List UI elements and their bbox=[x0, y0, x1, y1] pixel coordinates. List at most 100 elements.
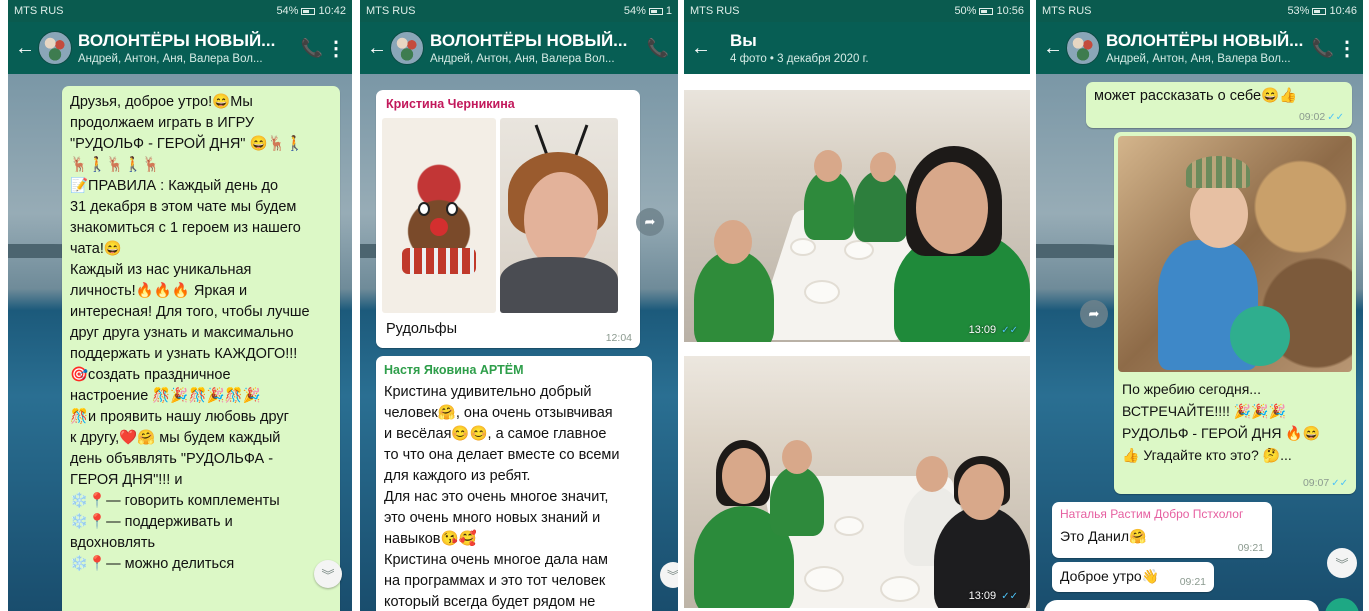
message-line: это очень много новых знаний и bbox=[384, 510, 601, 526]
status-bar: MTS RUS 53% 10:46 bbox=[1036, 0, 1363, 22]
photo-album-panel: MTS RUS 50% 10:56 ← Вы 4 фото • 3 декабр… bbox=[684, 0, 1030, 611]
message-line: 🎯создать праздничное bbox=[70, 367, 231, 383]
message-text: может рассказать о себе😄👍 bbox=[1094, 88, 1298, 104]
chat-titles[interactable]: ВОЛОНТЁРЫ НОВЫЙ... Андрей, Антон, Аня, В… bbox=[1106, 31, 1309, 65]
clock: 10:42 bbox=[318, 5, 346, 17]
group-avatar[interactable] bbox=[1066, 31, 1100, 65]
reindeer-image[interactable] bbox=[382, 118, 496, 313]
album-header: ← Вы 4 фото • 3 декабря 2020 г. bbox=[684, 22, 1030, 74]
read-ticks-icon: ✓✓ bbox=[1001, 325, 1018, 336]
message-line: "РУДОЛЬФ - ГЕРОЙ ДНЯ" 😄🦌🚶 bbox=[70, 136, 304, 152]
message-line: поддержать и узнать КАЖДОГО!!! bbox=[70, 346, 298, 362]
photo-time: 13:09 bbox=[968, 590, 997, 602]
message-line: ❄️📍— поддерживать и bbox=[70, 514, 233, 530]
message-line: 🎊и проявить нашу любовь друг bbox=[70, 409, 289, 425]
outgoing-message[interactable]: может рассказать о себе😄👍 09:02 ✓✓ bbox=[1086, 82, 1352, 128]
battery-icon bbox=[1312, 7, 1327, 15]
incoming-message[interactable]: Доброе утро👋 09:21 bbox=[1052, 562, 1214, 592]
battery-percent: 50% bbox=[954, 5, 977, 17]
incoming-image-message[interactable]: Кристина Черникина Рудольфы 12:04 bbox=[376, 90, 640, 348]
forward-icon[interactable]: ➦ bbox=[636, 208, 664, 236]
chat-titles[interactable]: ВОЛОНТЁРЫ НОВЫЙ... Андрей, Антон, Аня, В… bbox=[430, 31, 644, 65]
chat-title: ВОЛОНТЁРЫ НОВЫЙ... bbox=[430, 31, 628, 50]
image-caption: Рудольфы bbox=[386, 321, 458, 337]
message-line: Кристина удивительно добрый bbox=[384, 384, 592, 400]
message-line: 🦌🚶🦌🚶🦌 bbox=[70, 157, 161, 173]
album-title: Вы bbox=[730, 31, 757, 50]
message-line: и весёлая😊😊, а самое главное bbox=[384, 426, 607, 442]
baby-photo[interactable] bbox=[1118, 136, 1352, 372]
message-line: настроение 🎊🎉🎊🎉🎊🎉 bbox=[70, 388, 261, 404]
incoming-message[interactable]: Наталья Растим Добро Пстхолог Это Данил🤗… bbox=[1052, 502, 1272, 558]
selfie-image[interactable] bbox=[500, 118, 618, 313]
carrier-label: MTS RUS bbox=[1042, 5, 1092, 17]
read-ticks-icon: ✓✓ bbox=[1331, 478, 1348, 489]
message-line: ГЕРОЯ ДНЯ"!!! и bbox=[70, 472, 183, 488]
message-time: 09:21 bbox=[1179, 576, 1206, 588]
chat-panel-1: MTS RUS 54% 10:42 ← ВОЛОНТЁРЫ НОВЫЙ... А… bbox=[8, 0, 352, 611]
add-call-icon[interactable]: 📞 bbox=[298, 38, 326, 59]
back-arrow-icon[interactable]: ← bbox=[1042, 38, 1064, 58]
message-text: Это Данил🤗 bbox=[1060, 528, 1147, 544]
group-photo-2[interactable]: 13:09 ✓✓ bbox=[684, 356, 1030, 608]
forward-icon[interactable]: ➦ bbox=[1080, 300, 1108, 328]
caption-line: 👍 Угадайте кто это? 🤔... bbox=[1122, 447, 1292, 463]
caption-line: По жребию сегодня... bbox=[1122, 381, 1261, 397]
menu-dots-icon[interactable]: ⋮ bbox=[326, 36, 346, 61]
clock: 10:56 bbox=[996, 5, 1024, 17]
message-line: продолжаем играть в ИГРУ bbox=[70, 115, 255, 131]
scroll-down-button[interactable]: ︾ bbox=[314, 560, 342, 588]
message-line: то что она делает вместе со всеми bbox=[384, 447, 620, 463]
caption-line: РУДОЛЬФ - ГЕРОЙ ДНЯ 🔥😄 bbox=[1122, 425, 1321, 441]
back-arrow-icon[interactable]: ← bbox=[14, 38, 36, 58]
caption-line: ВСТРЕЧАЙТЕ!!!! 🎉🎉🎉 bbox=[1122, 403, 1287, 419]
message-line: вдохновлять bbox=[70, 535, 156, 551]
message-time: 12:04 bbox=[605, 332, 632, 344]
message-line: 31 декабря в этом чате мы будем bbox=[70, 199, 297, 215]
outgoing-message[interactable]: Друзья, доброе утро!😄Мы продолжаем играт… bbox=[62, 86, 340, 611]
message-line: знакомиться с 1 героем из нашего bbox=[70, 220, 301, 236]
chat-header: ← ВОЛОНТЁРЫ НОВЫЙ... Андрей, Антон, Аня,… bbox=[360, 22, 678, 74]
chat-title: ВОЛОНТЁРЫ НОВЫЙ... bbox=[1106, 31, 1304, 50]
battery-icon bbox=[979, 7, 994, 15]
group-avatar[interactable] bbox=[390, 31, 424, 65]
outgoing-image-message[interactable]: По жребию сегодня... ВСТРЕЧАЙТЕ!!!! 🎉🎉🎉 … bbox=[1114, 132, 1356, 494]
status-bar: MTS RUS 54% 10:42 bbox=[8, 0, 352, 22]
message-time: 09:02 bbox=[1298, 111, 1326, 123]
back-arrow-icon[interactable]: ← bbox=[366, 38, 388, 58]
message-line: ❄️📍— говорить комплементы bbox=[70, 493, 280, 509]
message-time: 09:21 bbox=[1237, 542, 1264, 554]
clock: 1 bbox=[665, 5, 672, 17]
add-call-icon[interactable]: 📞 bbox=[1309, 38, 1337, 59]
group-avatar[interactable] bbox=[38, 31, 72, 65]
message-line: который всегда будет рядом не bbox=[384, 594, 596, 610]
message-time: 09:07 bbox=[1302, 477, 1330, 489]
message-line: день объявлять "РУДОЛЬФА - bbox=[70, 451, 274, 467]
group-photo-1[interactable]: 13:09 ✓✓ bbox=[684, 90, 1030, 342]
sender-name: Настя Яковина АРТЁМ bbox=[384, 363, 524, 377]
battery-icon bbox=[301, 7, 316, 15]
message-input[interactable] bbox=[1044, 600, 1319, 611]
message-line: для каждого из ребят. bbox=[384, 468, 531, 484]
image-pair bbox=[382, 118, 634, 313]
chat-titles[interactable]: ВОЛОНТЁРЫ НОВЫЙ... Андрей, Антон, Аня, В… bbox=[78, 31, 298, 65]
add-call-icon[interactable]: 📞 bbox=[644, 38, 672, 59]
back-arrow-icon[interactable]: ← bbox=[690, 38, 712, 58]
chat-title: ВОЛОНТЁРЫ НОВЫЙ... bbox=[78, 31, 276, 50]
message-line: человек🤗, она очень отзывчивая bbox=[384, 405, 613, 421]
message-line: Для нас это очень многое значит, bbox=[384, 489, 609, 505]
incoming-message[interactable]: Настя Яковина АРТЁМ Кристина удивительно… bbox=[376, 356, 652, 611]
chat-members: Андрей, Антон, Аня, Валера Вол... bbox=[1106, 53, 1291, 65]
message-line: Кристина очень многое дала нам bbox=[384, 552, 608, 568]
menu-dots-icon[interactable]: ⋮ bbox=[1337, 36, 1357, 61]
read-ticks-icon: ✓✓ bbox=[1001, 591, 1018, 602]
carrier-label: MTS RUS bbox=[366, 5, 416, 17]
scroll-down-button[interactable]: ︾ bbox=[1327, 548, 1357, 578]
sender-name: Кристина Черникина bbox=[386, 97, 515, 111]
message-line: ❄️📍— можно делиться bbox=[70, 556, 235, 572]
photo-time: 13:09 bbox=[968, 324, 997, 336]
album-subtitle: 4 фото • 3 декабря 2020 г. bbox=[730, 53, 869, 65]
battery-icon bbox=[648, 7, 663, 15]
message-line: интересная! Для того, чтобы лучше bbox=[70, 304, 310, 320]
message-line: друг друга узнать и максимально bbox=[70, 325, 294, 341]
